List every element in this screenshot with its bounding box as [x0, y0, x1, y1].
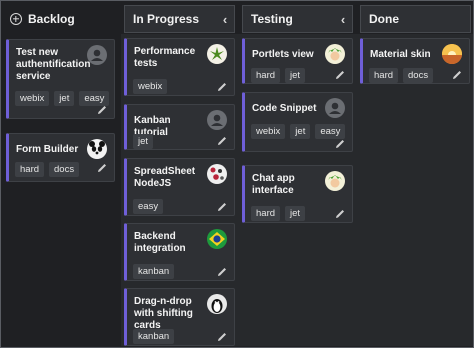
card[interactable]: Chat app interface hard jet	[242, 165, 353, 223]
panda-avatar-icon	[87, 139, 107, 159]
tag: hard	[251, 68, 281, 83]
card[interactable]: Form Builder hard docs	[6, 133, 115, 182]
tag: jet	[133, 134, 154, 149]
cartoon-avatar-icon	[325, 44, 345, 64]
column-title: Done	[369, 12, 399, 26]
pencil-icon[interactable]	[216, 331, 228, 343]
chevron-left-icon[interactable]: ‹	[216, 12, 234, 27]
pencil-icon[interactable]	[96, 104, 108, 116]
dots-avatar-icon	[207, 164, 227, 184]
column-header-inprogress: In Progress ‹	[124, 5, 235, 33]
card[interactable]: Test new authentification service webix …	[6, 39, 115, 119]
card-title: Test new authentification service	[16, 47, 91, 82]
column-inprogress: Performance tests webix Kanban tutorial …	[121, 34, 239, 346]
tag: hard	[251, 206, 281, 221]
column-title: Testing	[251, 12, 293, 26]
tag: docs	[49, 162, 80, 177]
pencil-icon[interactable]	[96, 162, 108, 174]
card-title: SpreadSheet NodeJS	[134, 166, 196, 189]
card[interactable]: Performance tests webix	[124, 38, 235, 96]
card-title: Backend integration	[134, 231, 186, 254]
card[interactable]: Portlets view hard jet	[242, 38, 353, 84]
column-title: Backlog	[28, 12, 75, 26]
user-avatar-icon	[325, 98, 345, 118]
tag: jet	[285, 206, 306, 221]
leaf-avatar-icon	[207, 44, 227, 64]
pencil-icon[interactable]	[334, 69, 346, 81]
tag: jet	[285, 68, 306, 83]
penguin-avatar-icon	[207, 294, 227, 314]
tag: hard	[15, 162, 45, 177]
card[interactable]: Backend integration kanban	[124, 223, 235, 281]
tag: webix	[15, 91, 50, 106]
card[interactable]: Material skin hard docs	[360, 38, 470, 84]
card-title: Form Builder	[16, 144, 79, 155]
tag: kanban	[133, 329, 175, 344]
column-header-backlog: Backlog	[4, 5, 115, 33]
pencil-icon[interactable]	[216, 266, 228, 278]
column-title: In Progress	[133, 12, 200, 26]
pencil-icon[interactable]	[216, 81, 228, 93]
tag: webix	[251, 124, 286, 139]
pencil-icon[interactable]	[334, 138, 346, 150]
card[interactable]: Drag-n-drop with shifting cards kanban	[124, 288, 235, 346]
card-title: Drag-n-drop with shifting cards	[134, 296, 193, 331]
pencil-icon[interactable]	[216, 201, 228, 213]
user-avatar-icon	[87, 45, 107, 65]
tag: kanban	[133, 264, 175, 279]
column-header-testing: Testing ‹	[242, 5, 353, 33]
column-done: Material skin hard docs	[357, 34, 473, 346]
tag: hard	[369, 68, 399, 83]
column-header-done: Done	[360, 5, 471, 33]
cartoon-avatar-icon	[325, 171, 345, 191]
card-title: Portlets view	[252, 49, 314, 60]
column-backlog: Test new authentification service webix …	[4, 34, 116, 346]
user-avatar-icon	[207, 110, 227, 130]
card-title: Performance tests	[134, 46, 196, 69]
pencil-icon[interactable]	[451, 69, 463, 81]
card-title: Material skin	[370, 49, 431, 60]
tag: docs	[403, 68, 434, 83]
card[interactable]: Code Snippet webix jet easy	[242, 92, 353, 152]
sunset-avatar-icon	[442, 44, 462, 64]
tag: jet	[290, 124, 311, 139]
card[interactable]: Kanban tutorial jet	[124, 104, 235, 150]
tag: jet	[54, 91, 75, 106]
pencil-icon[interactable]	[216, 135, 228, 147]
chevron-left-icon[interactable]: ‹	[334, 12, 352, 27]
add-card-icon[interactable]	[10, 13, 22, 25]
brazil-flag-avatar-icon	[207, 229, 227, 249]
column-testing: Portlets view hard jet Code Snippet webi…	[239, 34, 357, 346]
pencil-icon[interactable]	[334, 208, 346, 220]
card[interactable]: SpreadSheet NodeJS easy	[124, 158, 235, 216]
tag: easy	[133, 199, 164, 214]
card-title: Code Snippet	[252, 103, 317, 114]
tag: webix	[133, 79, 168, 94]
card-title: Chat app interface	[252, 173, 295, 196]
tag: easy	[315, 124, 346, 139]
kanban-board: Backlog Test new authentification servic…	[0, 0, 474, 348]
